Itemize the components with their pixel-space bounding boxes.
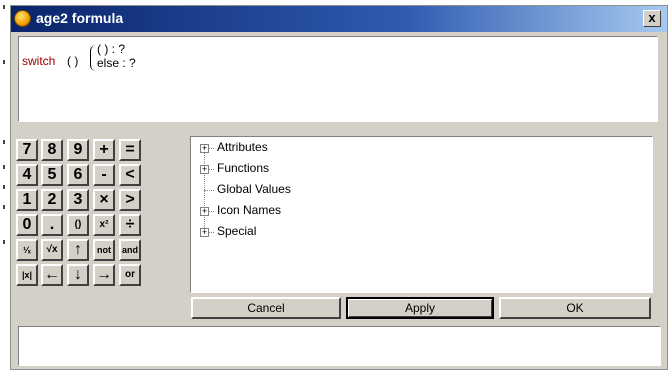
key-parentheses[interactable]: () — [67, 214, 89, 236]
tree-item[interactable]: Icon Names — [217, 203, 281, 217]
background-artifact — [3, 240, 5, 244]
ok-button[interactable]: OK — [499, 297, 651, 319]
key-three[interactable]: 3 — [67, 189, 89, 211]
formula-dialog: age2 formula x switch ( ) ( ) : ? else :… — [10, 5, 668, 370]
tree-connector — [204, 150, 205, 236]
tree-item[interactable]: Functions — [217, 161, 269, 175]
key-divide[interactable]: ÷ — [119, 214, 141, 236]
status-area — [18, 326, 661, 366]
key-four[interactable]: 4 — [16, 164, 38, 186]
key-down-arrow[interactable]: ↓ — [67, 264, 89, 286]
background-artifact — [3, 165, 5, 169]
formula-editor[interactable]: switch ( ) ( ) : ? else : ? — [18, 36, 658, 122]
key-plus[interactable]: + — [93, 139, 115, 161]
background-artifact — [3, 60, 5, 64]
key-reciprocal[interactable]: ¹⁄ₓ — [16, 239, 38, 261]
key-or[interactable]: or — [119, 264, 141, 286]
expand-icon[interactable]: + — [200, 207, 209, 216]
key-multiply[interactable]: × — [93, 189, 115, 211]
tree-item[interactable]: Global Values — [217, 182, 291, 196]
tree-connector — [204, 190, 214, 191]
background-artifact — [3, 205, 5, 209]
key-two[interactable]: 2 — [41, 189, 63, 211]
formula-else[interactable]: else : ? — [97, 56, 136, 70]
key-left-arrow[interactable]: ← — [41, 264, 63, 286]
tree-item[interactable]: Special — [217, 224, 256, 238]
key-minus[interactable]: - — [93, 164, 115, 186]
formula-keyword[interactable]: switch — [22, 54, 55, 68]
window-title: age2 formula — [36, 10, 124, 26]
tree-item[interactable]: Attributes — [217, 140, 268, 154]
key-equals[interactable]: = — [119, 139, 141, 161]
key-decimal[interactable]: . — [41, 214, 63, 236]
key-right-arrow[interactable]: → — [93, 264, 115, 286]
key-less-than[interactable]: < — [119, 164, 141, 186]
expand-icon[interactable]: + — [200, 165, 209, 174]
key-zero[interactable]: 0 — [16, 214, 38, 236]
key-seven[interactable]: 7 — [16, 139, 38, 161]
brace-glyph — [90, 45, 97, 71]
apply-button[interactable]: Apply — [346, 297, 494, 319]
key-eight[interactable]: 8 — [41, 139, 63, 161]
key-six[interactable]: 6 — [67, 164, 89, 186]
key-greater-than[interactable]: > — [119, 189, 141, 211]
expand-icon[interactable]: + — [200, 228, 209, 237]
formula-case[interactable]: ( ) : ? — [97, 42, 125, 56]
background-artifact — [3, 5, 5, 9]
key-square[interactable]: x² — [93, 214, 115, 236]
background-artifact — [3, 185, 5, 189]
app-icon — [14, 10, 31, 27]
formula-args[interactable]: ( ) — [67, 54, 78, 68]
key-power[interactable]: ↑ — [67, 239, 89, 261]
key-and[interactable]: and — [119, 239, 141, 261]
cancel-button[interactable]: Cancel — [191, 297, 341, 319]
expand-icon[interactable]: + — [200, 144, 209, 153]
title-bar[interactable]: age2 formula x — [11, 6, 667, 32]
background-artifact — [3, 140, 5, 144]
close-button[interactable]: x — [643, 10, 661, 27]
key-five[interactable]: 5 — [41, 164, 63, 186]
key-sqrt[interactable]: √x — [41, 239, 63, 261]
key-abs[interactable]: |x| — [16, 264, 38, 286]
key-not[interactable]: not — [93, 239, 115, 261]
key-nine[interactable]: 9 — [67, 139, 89, 161]
key-one[interactable]: 1 — [16, 189, 38, 211]
symbol-tree[interactable]: + Attributes + Functions Global Values + Icon … — [190, 136, 653, 293]
